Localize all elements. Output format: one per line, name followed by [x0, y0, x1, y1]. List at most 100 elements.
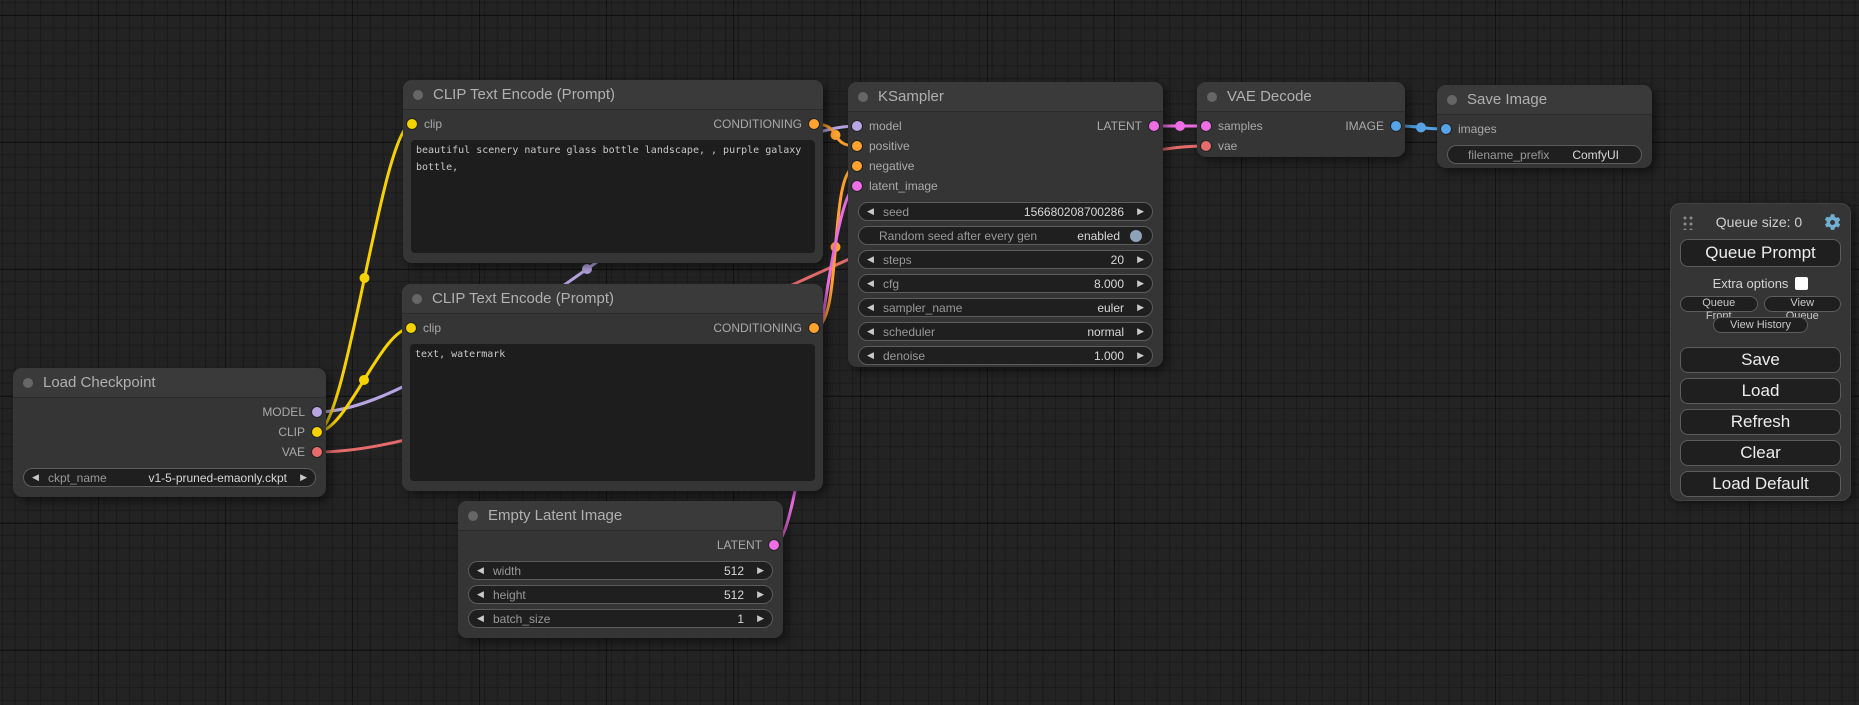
gear-icon[interactable]: [1824, 214, 1841, 231]
widget-scheduler[interactable]: ◀schedulernormal▶: [858, 322, 1153, 341]
increment-arrow-icon[interactable]: ▶: [1130, 322, 1144, 341]
link-midpoint-dot[interactable]: [1416, 123, 1426, 133]
collapse-dot-icon[interactable]: [468, 511, 478, 521]
output-slot-vae[interactable]: [312, 447, 322, 457]
output-slot-clip[interactable]: [312, 427, 322, 437]
output-slot-latent[interactable]: [769, 540, 779, 550]
decrement-arrow-icon[interactable]: ◀: [867, 274, 881, 293]
node-empty-latent-image[interactable]: Empty Latent ImageLATENT◀width512▶◀heigh…: [458, 501, 783, 638]
decrement-arrow-icon[interactable]: ◀: [867, 250, 881, 269]
node-clip-text-encode-prompt[interactable]: CLIP Text Encode (Prompt)clipCONDITIONIN…: [402, 284, 823, 491]
input-slot-clip[interactable]: [407, 119, 417, 129]
queue-prompt-button[interactable]: Queue Prompt: [1680, 239, 1841, 267]
node-header[interactable]: CLIP Text Encode (Prompt): [402, 284, 823, 314]
widget-width[interactable]: ◀width512▶: [468, 561, 773, 580]
collapse-dot-icon[interactable]: [858, 92, 868, 102]
input-slot-clip[interactable]: [406, 323, 416, 333]
increment-arrow-icon[interactable]: ▶: [750, 561, 764, 580]
node-save-image[interactable]: Save Imageimagesfilename_prefixComfyUI: [1437, 85, 1652, 168]
extra-options-label: Extra options: [1713, 276, 1789, 291]
input-slot-images[interactable]: [1441, 124, 1451, 134]
increment-arrow-icon[interactable]: ▶: [1130, 346, 1144, 365]
collapse-dot-icon[interactable]: [1447, 95, 1457, 105]
link-midpoint-dot[interactable]: [360, 273, 370, 283]
clear-button[interactable]: Clear: [1680, 440, 1841, 466]
decrement-arrow-icon[interactable]: ◀: [477, 561, 491, 580]
node-load-checkpoint[interactable]: Load CheckpointMODELCLIPVAE◀ckpt_namev1-…: [13, 368, 326, 497]
widget-batch-size[interactable]: ◀batch_size1▶: [468, 609, 773, 628]
link-midpoint-dot[interactable]: [582, 264, 592, 274]
toggle-dot-icon[interactable]: [1130, 230, 1142, 242]
input-slot-samples[interactable]: [1201, 121, 1211, 131]
node-header[interactable]: Empty Latent Image: [458, 501, 783, 531]
decrement-arrow-icon[interactable]: ◀: [867, 202, 881, 221]
collapse-dot-icon[interactable]: [413, 90, 423, 100]
widget-random-seed-after-every-gen[interactable]: Random seed after every genenabled: [858, 226, 1153, 245]
link-midpoint-dot[interactable]: [831, 130, 841, 140]
increment-arrow-icon[interactable]: ▶: [1130, 250, 1144, 269]
node-header[interactable]: Load Checkpoint: [13, 368, 326, 398]
node-title: Save Image: [1467, 91, 1547, 108]
decrement-arrow-icon[interactable]: ◀: [477, 585, 491, 604]
output-slot-image[interactable]: [1391, 121, 1401, 131]
load-button[interactable]: Load: [1680, 378, 1841, 404]
node-header[interactable]: CLIP Text Encode (Prompt): [403, 80, 823, 110]
decrement-arrow-icon[interactable]: ◀: [867, 322, 881, 341]
increment-arrow-icon[interactable]: ▶: [1130, 202, 1144, 221]
decrement-arrow-icon[interactable]: ◀: [32, 468, 46, 487]
save-button[interactable]: Save: [1680, 347, 1841, 373]
extra-options-checkbox[interactable]: [1795, 277, 1808, 290]
increment-arrow-icon[interactable]: ▶: [750, 609, 764, 628]
widget-filename-prefix[interactable]: filename_prefixComfyUI: [1447, 145, 1642, 164]
output-slot-latent[interactable]: [1149, 121, 1159, 131]
load-default-button[interactable]: Load Default: [1680, 471, 1841, 497]
node-graph-canvas[interactable]: Load CheckpointMODELCLIPVAE◀ckpt_namev1-…: [0, 0, 1859, 705]
node-header[interactable]: VAE Decode: [1197, 82, 1405, 112]
input-slot-latent-image[interactable]: [852, 181, 862, 191]
queue-front-button[interactable]: Queue Front: [1680, 296, 1758, 312]
input-slot-vae[interactable]: [1201, 141, 1211, 151]
widget-sampler-name[interactable]: ◀sampler_nameeuler▶: [858, 298, 1153, 317]
widget-label: cfg: [881, 277, 901, 291]
increment-arrow-icon[interactable]: ▶: [750, 585, 764, 604]
input-slot-model[interactable]: [852, 121, 862, 131]
collapse-dot-icon[interactable]: [1207, 92, 1217, 102]
view-history-button[interactable]: View History: [1713, 317, 1808, 333]
prompt-textarea[interactable]: text, watermark: [410, 344, 815, 481]
node-header[interactable]: KSampler: [848, 82, 1163, 112]
widget-cfg[interactable]: ◀cfg8.000▶: [858, 274, 1153, 293]
prompt-textarea[interactable]: beautiful scenery nature glass bottle la…: [411, 140, 815, 253]
decrement-arrow-icon[interactable]: ◀: [867, 298, 881, 317]
increment-arrow-icon[interactable]: ▶: [1130, 274, 1144, 293]
input-slot-label: negative: [869, 159, 914, 173]
node-header[interactable]: Save Image: [1437, 85, 1652, 115]
view-queue-button[interactable]: View Queue: [1764, 296, 1842, 312]
node-ksampler[interactable]: KSamplermodelLATENTpositivenegativelaten…: [848, 82, 1163, 367]
decrement-arrow-icon[interactable]: ◀: [477, 609, 491, 628]
link-midpoint-dot[interactable]: [359, 375, 369, 385]
collapse-dot-icon[interactable]: [23, 378, 33, 388]
decrement-arrow-icon[interactable]: ◀: [867, 346, 881, 365]
input-slot-positive[interactable]: [852, 141, 862, 151]
output-slot-conditioning[interactable]: [809, 323, 819, 333]
widget-value: normal: [937, 325, 1130, 339]
refresh-button[interactable]: Refresh: [1680, 409, 1841, 435]
increment-arrow-icon[interactable]: ▶: [293, 468, 307, 487]
widget-label: denoise: [881, 349, 927, 363]
node-clip-text-encode-prompt[interactable]: CLIP Text Encode (Prompt)clipCONDITIONIN…: [403, 80, 823, 263]
output-slot-model[interactable]: [312, 407, 322, 417]
link-midpoint-dot[interactable]: [1175, 121, 1185, 131]
widget-seed[interactable]: ◀seed156680208700286▶: [858, 202, 1153, 221]
widget-label: scheduler: [881, 325, 937, 339]
widget-ckpt-name[interactable]: ◀ckpt_namev1-5-pruned-emaonly.ckpt▶: [23, 468, 316, 487]
widget-height[interactable]: ◀height512▶: [468, 585, 773, 604]
input-slot-negative[interactable]: [852, 161, 862, 171]
widget-denoise[interactable]: ◀denoise1.000▶: [858, 346, 1153, 365]
output-slot-conditioning[interactable]: [809, 119, 819, 129]
node-vae-decode[interactable]: VAE DecodesamplesIMAGEvae: [1197, 82, 1405, 157]
collapse-dot-icon[interactable]: [412, 294, 422, 304]
increment-arrow-icon[interactable]: ▶: [1130, 298, 1144, 317]
widget-steps[interactable]: ◀steps20▶: [858, 250, 1153, 269]
output-slot-label: LATENT: [1097, 119, 1142, 133]
drag-handle-icon[interactable]: [1682, 214, 1694, 230]
